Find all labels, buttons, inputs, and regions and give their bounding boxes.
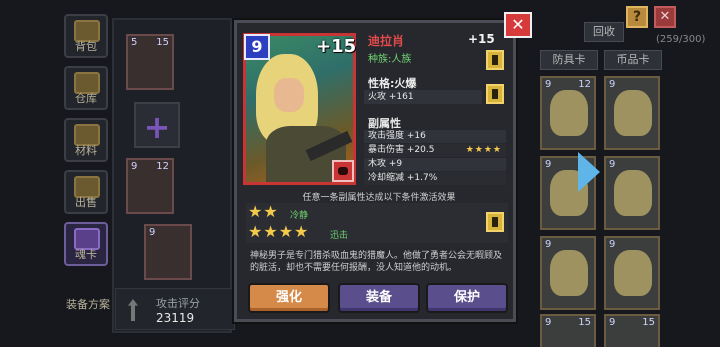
lock-race-icon[interactable] — [486, 50, 504, 70]
card-grid-item[interactable]: 9 12 — [540, 76, 596, 150]
lock-set-icon[interactable] — [486, 212, 504, 232]
substat-row: 冷却缩减 +1.7% — [364, 172, 506, 185]
card-level: 9 — [609, 317, 616, 328]
card-art — [550, 90, 588, 136]
set-bonus-note: 任意一条副属性达成以下条件激活效果 — [302, 193, 456, 203]
card-enhance: 15 — [156, 37, 169, 48]
substat-text: 冷却缩减 +1.7% — [368, 173, 438, 183]
help-button[interactable]: ? — [626, 6, 648, 28]
recycle-button[interactable]: 回收 — [584, 22, 624, 42]
substat-row: 暴击伤害 +20.5 ★★★★ — [364, 144, 506, 157]
tab-label: 出售 — [75, 196, 97, 209]
card-level: 9 — [609, 79, 616, 90]
card-level-badge: 9 — [244, 34, 270, 60]
set-bonus-name: 冷静 — [290, 211, 309, 221]
attack-score-value: 23119 — [156, 311, 195, 325]
equipped-card-slot[interactable]: 9 — [144, 224, 192, 280]
substats-title: 副属性 — [368, 117, 401, 130]
protect-button[interactable]: 保护 — [426, 283, 508, 313]
card-level: 9 — [609, 159, 616, 170]
trait-title: 性格:火爆 — [368, 77, 417, 90]
card-art — [614, 170, 652, 216]
card-grid-item[interactable]: 9 — [604, 76, 660, 150]
class-icon — [332, 160, 354, 182]
equipped-card-slot[interactable]: 9 12 — [126, 158, 174, 214]
lock-trait-icon[interactable] — [486, 84, 504, 104]
left-tab-bar: 背包 仓库 材料 出售 魂卡 — [64, 14, 108, 334]
substat-stars: ★★★★ — [465, 145, 502, 155]
equip-button[interactable]: 装备 — [338, 283, 420, 313]
tab-label: 魂卡 — [75, 248, 97, 261]
tab-warehouse[interactable]: 仓库 — [64, 66, 108, 110]
card-enhance: 15 — [578, 317, 591, 328]
add-card-slot[interactable] — [134, 102, 180, 148]
card-level: 9 — [545, 317, 552, 328]
tab-soul-card[interactable]: 魂卡 — [64, 222, 108, 266]
substat-text: 攻击强度 +16 — [368, 131, 426, 141]
sword-icon — [128, 299, 138, 321]
card-grid-item[interactable]: 9 — [604, 236, 660, 310]
card-level: 9 — [545, 159, 552, 170]
attack-score-box: 攻击评分 23119 — [115, 288, 235, 330]
attack-score-label: 攻击评分 — [156, 297, 200, 310]
card-name: 迪拉肖 — [368, 34, 405, 48]
card-art — [614, 250, 652, 296]
tab-sell[interactable]: 出售 — [64, 170, 108, 214]
card-grid-item[interactable]: 9 — [540, 236, 596, 310]
close-button[interactable]: ✕ — [504, 12, 532, 38]
portrait-face — [274, 78, 304, 112]
card-grid-item[interactable]: 9 15 — [540, 314, 596, 347]
card-level: 9 — [609, 239, 616, 250]
filter-currency-button[interactable]: 币品卡 — [604, 50, 662, 70]
trait-value: 火攻 +161 — [364, 90, 482, 104]
tab-backpack[interactable]: 背包 — [64, 14, 108, 58]
tab-label: 背包 — [75, 40, 97, 53]
equipment-plan-button[interactable]: 装备方案 — [66, 296, 110, 312]
tab-label: 仓库 — [75, 92, 97, 105]
next-page-arrow-icon[interactable] — [578, 152, 600, 192]
card-level: 9 — [545, 79, 552, 90]
game-screen: 背包 仓库 材料 出售 魂卡 装备方案 5 15 9 12 9 — [0, 0, 720, 347]
equipped-cards-panel: 5 15 9 12 9 — [112, 18, 232, 333]
substat-text: 暴击伤害 +20.5 — [368, 145, 435, 155]
card-art — [614, 90, 652, 136]
card-description: 神秘男子是专门猎杀吸血鬼的猎魔人。他做了勇者公会无暇顾及的脏活，却也不需要任何报… — [250, 251, 503, 273]
substat-text: 木攻 +9 — [368, 159, 403, 169]
tab-label: 材料 — [75, 144, 97, 157]
card-level: 9 — [545, 239, 552, 250]
enhance-button[interactable]: 强化 — [248, 283, 330, 313]
card-race: 种族:人族 — [368, 54, 412, 65]
card-count-label: (259/300) — [656, 34, 706, 45]
substat-row: 木攻 +9 — [364, 158, 506, 171]
card-enhance: 15 — [642, 317, 655, 328]
card-enhance-text: +15 — [468, 32, 495, 46]
card-grid-item[interactable]: 9 — [604, 156, 660, 230]
set-bonus-stars: ★★★★ — [248, 222, 310, 241]
card-enhance-badge: +15 — [316, 36, 357, 57]
card-enhance: 12 — [578, 79, 591, 90]
card-level: 5 — [131, 37, 138, 48]
card-enhance: 12 — [156, 161, 169, 172]
set-bonus-name: 迅击 — [330, 231, 349, 241]
card-grid-item[interactable]: 9 15 — [604, 314, 660, 347]
filter-defense-button[interactable]: 防具卡 — [540, 50, 598, 70]
card-art — [550, 250, 588, 296]
card-level: 9 — [131, 161, 138, 172]
card-level: 9 — [149, 227, 156, 238]
background-close-button[interactable]: ✕ — [654, 6, 676, 28]
substat-row: 攻击强度 +16 — [364, 130, 506, 143]
set-bonus-stars: ★★ — [248, 202, 279, 221]
tab-materials[interactable]: 材料 — [64, 118, 108, 162]
equipped-card-slot[interactable]: 5 15 — [126, 34, 174, 90]
